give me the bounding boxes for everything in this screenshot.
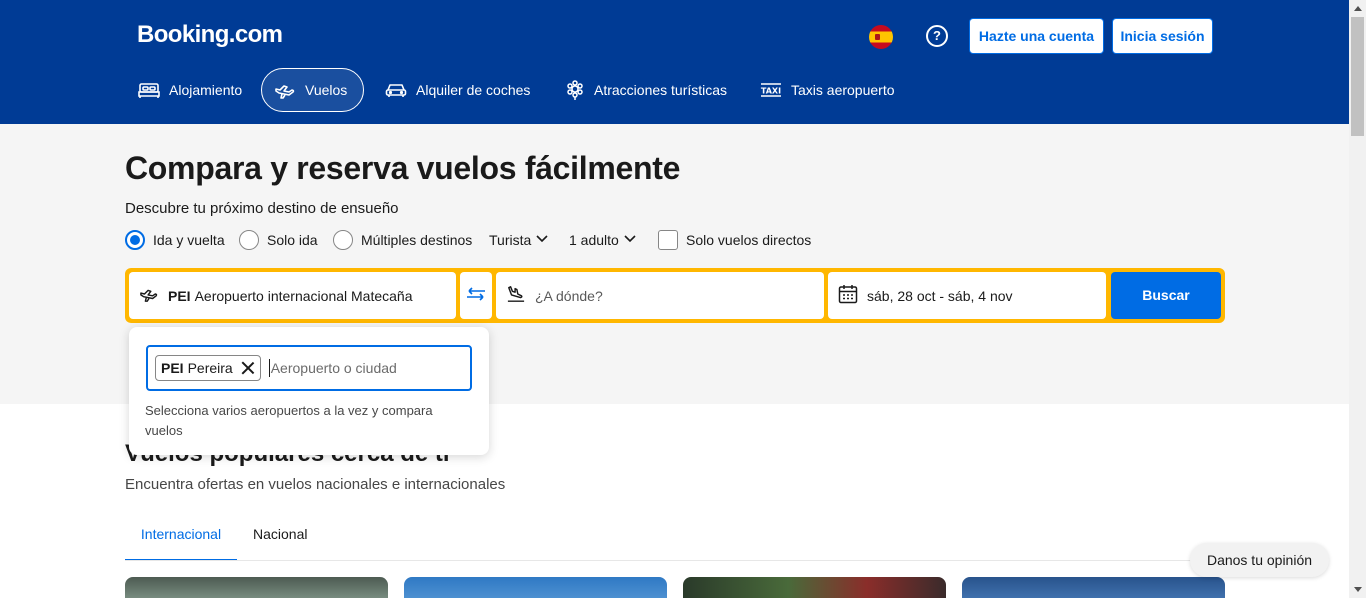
attractions-icon xyxy=(565,80,585,100)
round-trip-radio[interactable] xyxy=(125,230,145,250)
chip-code: PEI xyxy=(161,360,184,376)
destination-card[interactable] xyxy=(683,577,946,598)
booking-logo[interactable]: Booking.com xyxy=(137,21,283,49)
dates-value: sáb, 28 oct - sáb, 4 nov xyxy=(867,287,1013,304)
nav-label: Atracciones turísticas xyxy=(594,82,728,98)
cabin-class-select[interactable]: Turista xyxy=(489,229,548,251)
one-way-radio[interactable] xyxy=(239,230,259,250)
tab-national[interactable]: Nacional xyxy=(253,516,307,561)
multi-city-option[interactable]: Múltiples destinos xyxy=(333,229,472,251)
register-button[interactable]: Hazte una cuenta xyxy=(969,18,1104,54)
page-scrollbar[interactable] xyxy=(1349,0,1366,598)
chevron-down-icon xyxy=(624,234,636,246)
chevron-down-icon xyxy=(536,234,548,246)
nav-label: Alojamiento xyxy=(169,82,243,98)
multi-city-label: Múltiples destinos xyxy=(361,232,473,248)
dates-field[interactable]: sáb, 28 oct - sáb, 4 nov xyxy=(828,272,1106,319)
cabin-class-value: Turista xyxy=(489,232,532,248)
svg-text:TAXI: TAXI xyxy=(761,87,781,96)
direct-flights-label: Solo vuelos directos xyxy=(686,232,812,248)
tab-international[interactable]: Internacional xyxy=(125,516,237,561)
page-title: Compara y reserva vuelos fácilmente xyxy=(125,150,681,186)
one-way-option[interactable]: Solo ida xyxy=(239,229,318,251)
scroll-down-arrow-icon[interactable] xyxy=(1354,587,1362,592)
origin-field[interactable]: PEI Aeropuerto internacional Matecaña xyxy=(129,272,456,319)
login-button[interactable]: Inicia sesión xyxy=(1112,18,1213,54)
chip-city: Pereira xyxy=(187,360,233,376)
page-subtitle: Descubre tu próximo destino de ensueño xyxy=(125,200,399,217)
swap-button[interactable] xyxy=(460,272,492,319)
round-trip-label: Ida y vuelta xyxy=(153,232,225,248)
destination-field[interactable]: ¿A dónde? xyxy=(496,272,824,319)
direct-flights-checkbox[interactable] xyxy=(658,230,678,250)
multi-airport-hint: Selecciona varios aeropuertos a la vez y… xyxy=(145,403,433,438)
selected-airport-chip: PEI Pereira xyxy=(155,355,261,381)
destination-card[interactable] xyxy=(404,577,667,598)
nav-item-stays[interactable]: Alojamiento xyxy=(126,68,254,112)
airport-search-input[interactable]: PEI Pereira Aeropuerto o ciudad xyxy=(146,345,472,391)
search-button[interactable]: Buscar xyxy=(1111,272,1221,319)
passengers-value: 1 adulto xyxy=(569,232,619,248)
nav-item-attractions[interactable]: Atracciones turísticas xyxy=(553,68,739,112)
destination-card[interactable] xyxy=(125,577,388,598)
origin-code: PEI xyxy=(168,287,191,304)
departure-plane-icon xyxy=(139,285,159,306)
bed-icon xyxy=(138,81,160,99)
spain-flag-icon[interactable] xyxy=(869,25,893,49)
nav-item-airport-taxis[interactable]: TAXI Taxis aeropuerto xyxy=(748,68,907,112)
close-icon[interactable] xyxy=(241,361,255,375)
plane-icon xyxy=(274,80,296,100)
taxi-icon: TAXI xyxy=(760,82,782,98)
passengers-select[interactable]: 1 adulto xyxy=(569,229,636,251)
swap-arrows-icon xyxy=(465,287,487,304)
popular-flights-subtitle: Encuentra ofertas en vuelos nacionales e… xyxy=(125,476,506,493)
nav-item-flights[interactable]: Vuelos xyxy=(261,68,364,112)
scroll-up-arrow-icon[interactable] xyxy=(1354,6,1362,11)
car-icon xyxy=(385,81,407,99)
destination-placeholder: ¿A dónde? xyxy=(535,287,603,304)
multi-city-radio[interactable] xyxy=(333,230,353,250)
help-icon[interactable]: ? xyxy=(926,25,948,47)
calendar-icon xyxy=(838,284,858,307)
tabs-divider xyxy=(125,560,1225,561)
destination-card[interactable] xyxy=(962,577,1225,598)
direct-flights-option[interactable]: Solo vuelos directos xyxy=(658,229,811,251)
origin-name: Aeropuerto internacional Matecaña xyxy=(194,287,413,304)
top-header: Booking.com ? Hazte una cuenta Inicia se… xyxy=(0,0,1349,124)
nav-label: Alquiler de coches xyxy=(416,82,531,98)
arrival-plane-icon xyxy=(506,285,526,306)
scrollbar-thumb[interactable] xyxy=(1351,17,1364,136)
one-way-label: Solo ida xyxy=(267,232,318,248)
origin-dropdown: PEI Pereira Aeropuerto o ciudad Seleccio… xyxy=(129,327,489,455)
nav-label: Vuelos xyxy=(305,82,348,98)
text-cursor xyxy=(268,359,270,377)
feedback-button[interactable]: Danos tu opinión xyxy=(1190,543,1329,577)
round-trip-option[interactable]: Ida y vuelta xyxy=(125,229,225,251)
airport-input-placeholder: Aeropuerto o ciudad xyxy=(270,360,397,376)
nav-item-car-rental[interactable]: Alquiler de coches xyxy=(373,68,542,112)
nav-label: Taxis aeropuerto xyxy=(791,82,895,98)
